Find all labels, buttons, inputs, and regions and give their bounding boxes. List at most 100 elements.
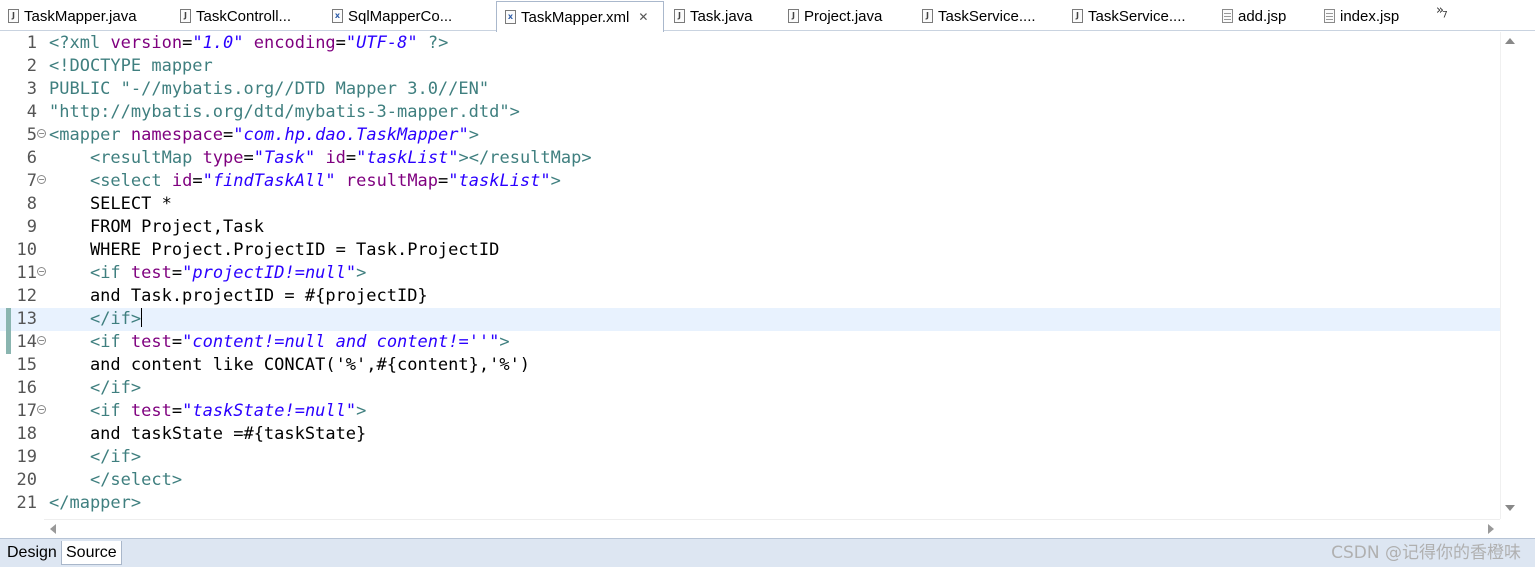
code-text: <if test="projectID!=null"> [89, 263, 367, 283]
close-icon[interactable]: ✕ [638, 10, 648, 24]
line-number: 17 [16, 401, 37, 421]
code-text: and Task.projectID = #{projectID} [49, 286, 428, 306]
java-file-icon: J [1072, 9, 1083, 23]
line-number: 10 [16, 240, 37, 260]
scroll-down-arrow-icon[interactable] [1505, 505, 1515, 511]
tab-index-jsp[interactable]: index.jsp [1316, 2, 1426, 30]
code-line[interactable]: 15 and content like CONCAT('%',#{content… [0, 354, 1500, 377]
code-text: </if> [89, 308, 143, 329]
java-file-icon: J [180, 9, 191, 23]
line-number: 6 [26, 148, 37, 168]
tab-taskservice-2[interactable]: J TaskService.... [1064, 2, 1214, 30]
tab-add-jsp[interactable]: add.jsp [1214, 2, 1314, 30]
tab-label: TaskService.... [1088, 7, 1186, 25]
line-number: 11 [16, 263, 37, 283]
line-number: 20 [16, 470, 37, 490]
line-number: 8 [26, 194, 37, 214]
tab-task-java[interactable]: J Task.java [666, 2, 778, 30]
line-number: 5 [26, 125, 37, 145]
line-number: 7 [26, 171, 37, 191]
code-line[interactable]: 13 </if> [0, 308, 1500, 331]
code-line[interactable]: 12 and Task.projectID = #{projectID} [0, 285, 1500, 308]
code-text: <!DOCTYPE mapper [49, 56, 213, 76]
code-line[interactable]: 10 WHERE Project.ProjectID = Task.Projec… [0, 239, 1500, 262]
tab-source[interactable]: Source [61, 541, 122, 565]
code-text: WHERE Project.ProjectID = Task.ProjectID [49, 240, 500, 260]
scroll-up-arrow-icon[interactable] [1505, 38, 1515, 44]
text-caret [141, 308, 143, 327]
code-line[interactable]: 2 <!DOCTYPE mapper [0, 55, 1500, 78]
tab-taskcontroller[interactable]: J TaskControll... [172, 2, 322, 30]
code-line[interactable]: 8 SELECT * [0, 193, 1500, 216]
line-number: 9 [26, 217, 37, 237]
code-line[interactable]: 17− <if test="taskState!=null"> [0, 400, 1500, 423]
horizontal-scrollbar[interactable] [44, 519, 1500, 537]
code-text: </if> [89, 447, 142, 467]
code-line[interactable]: 11− <if test="projectID!=null"> [0, 262, 1500, 285]
code-line[interactable]: 3 PUBLIC "-//mybatis.org//DTD Mapper 3.0/… [0, 78, 1500, 101]
fold-collapse-icon[interactable]: − [37, 129, 46, 138]
code-text: <if test="content!=null and content!=''"… [89, 332, 510, 352]
tab-label: TaskMapper.xml [521, 8, 630, 26]
line-number: 3 [26, 79, 37, 99]
tab-taskmapper-java[interactable]: J TaskMapper.java [0, 2, 170, 30]
vertical-scrollbar[interactable] [1500, 32, 1518, 519]
code-line[interactable]: 20 </select> [0, 469, 1500, 492]
code-text: <resultMap type="Task" id="taskList"></r… [89, 148, 592, 168]
code-line[interactable]: 9 FROM Project,Task [0, 216, 1500, 239]
watermark: CSDN @记得你的香橙味 [1331, 543, 1521, 563]
fold-collapse-icon[interactable]: − [37, 267, 46, 276]
editor-tab-bar: J TaskMapper.java J TaskControll... x Sq… [0, 0, 1535, 32]
code-line[interactable]: 4 "http://mybatis.org/dtd/mybatis-3-mappe… [0, 101, 1500, 124]
tab-overflow-count: 7 [1441, 10, 1448, 21]
code-text: </mapper> [49, 493, 142, 513]
tab-label: index.jsp [1340, 7, 1400, 25]
tab-design[interactable]: Design [3, 541, 61, 565]
code-text: </if> [89, 378, 142, 398]
line-number: 21 [16, 493, 37, 513]
code-line[interactable]: 18 and taskState =#{taskState} [0, 423, 1500, 446]
code-line[interactable]: 6 <resultMap type="Task" id="taskList"><… [0, 147, 1500, 170]
xml-source-editor[interactable]: 1 <?xml version="1.0" encoding="UTF-8" ?>… [0, 32, 1500, 519]
code-line[interactable]: 14− <if test="content!=null and content!… [0, 331, 1500, 354]
tab-taskservice-1[interactable]: J TaskService.... [914, 2, 1064, 30]
line-number: 14 [16, 332, 37, 352]
scroll-left-arrow-icon[interactable] [50, 524, 56, 534]
code-text: and taskState =#{taskState} [49, 424, 367, 444]
tab-label: Project.java [804, 7, 883, 25]
code-line[interactable]: 5− <mapper namespace="com.hp.dao.TaskMapp… [0, 124, 1500, 147]
fold-collapse-icon[interactable]: − [37, 336, 46, 345]
code-text: PUBLIC "-//mybatis.org//DTD Mapper 3.0//… [49, 79, 490, 99]
code-text: SELECT * [49, 194, 172, 214]
code-text: "http://mybatis.org/dtd/mybatis-3-mapper… [49, 102, 520, 122]
tab-taskmapper-xml[interactable]: x TaskMapper.xml ✕ [496, 1, 664, 32]
code-line[interactable]: 1 <?xml version="1.0" encoding="UTF-8" ?> [0, 32, 1500, 55]
line-number: 19 [16, 447, 37, 467]
fold-collapse-icon[interactable]: − [37, 405, 46, 414]
tab-sqlmapperconfig[interactable]: x SqlMapperCo... [324, 2, 494, 30]
code-line[interactable]: 7− <select id="findTaskAll" resultMap="t… [0, 170, 1500, 193]
tab-label: TaskMapper.java [24, 7, 137, 25]
code-line[interactable]: 16 </if> [0, 377, 1500, 400]
line-number: 16 [16, 378, 37, 398]
tab-label: TaskControll... [196, 7, 292, 25]
code-text: FROM Project,Task [49, 217, 264, 237]
tab-project-java[interactable]: J Project.java [780, 2, 912, 30]
tab-overflow-button[interactable]: »7 [1436, 3, 1448, 21]
java-file-icon: J [8, 9, 19, 23]
tab-label: Task.java [690, 7, 753, 25]
xml-file-icon: x [332, 9, 343, 23]
code-line[interactable]: 21 </mapper> [0, 492, 1500, 515]
editor-mode-tabs: Design Source CSDN @记得你的香橙味 [0, 538, 1535, 567]
code-text: <mapper namespace="com.hp.dao.TaskMapper… [49, 125, 479, 145]
tab-label: SqlMapperCo... [348, 7, 453, 25]
fold-collapse-icon[interactable]: − [37, 175, 46, 184]
java-file-icon: J [674, 9, 685, 23]
code-text: <select id="findTaskAll" resultMap="task… [89, 171, 561, 191]
jsp-file-icon [1324, 9, 1335, 23]
tab-label: add.jsp [1238, 7, 1287, 25]
code-text: and content like CONCAT('%',#{content},'… [49, 355, 531, 375]
scroll-right-arrow-icon[interactable] [1488, 524, 1494, 534]
line-number: 13 [16, 309, 37, 329]
code-line[interactable]: 19 </if> [0, 446, 1500, 469]
